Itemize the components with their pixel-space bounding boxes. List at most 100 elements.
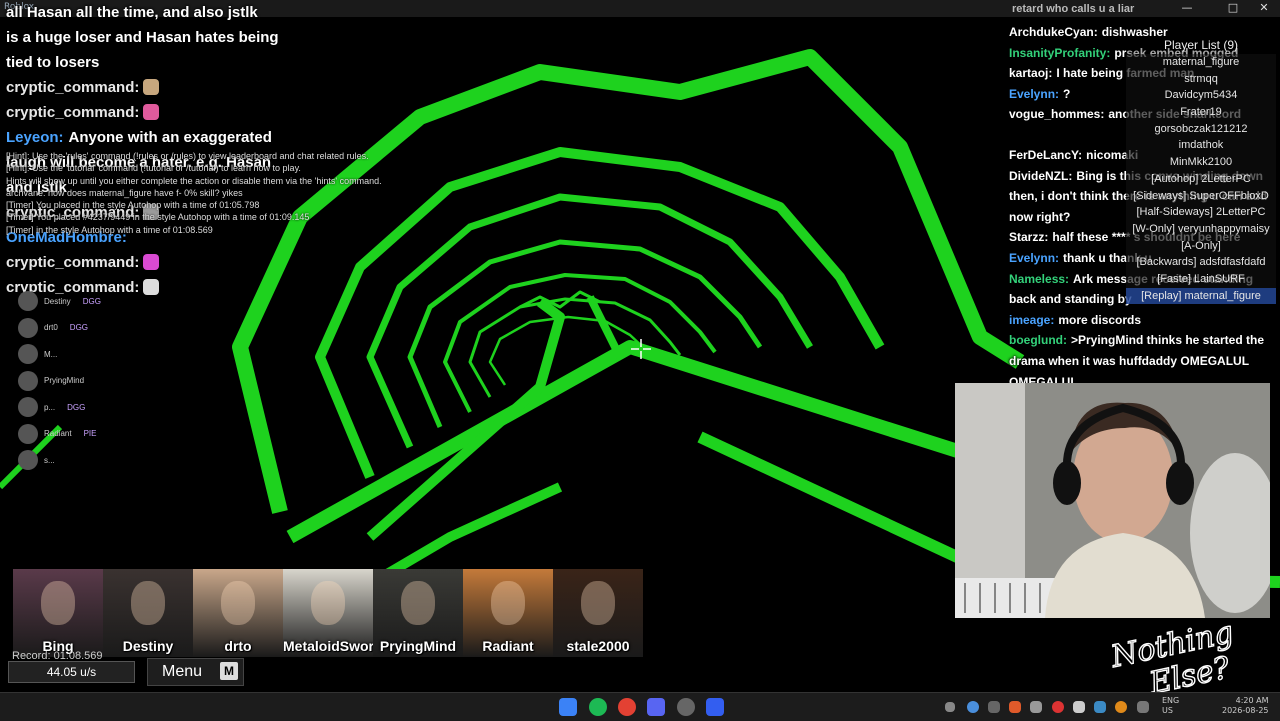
player-list-item[interactable]: MinMkk2100 [1126,154,1276,171]
participant-name: Destiny [122,638,174,654]
voice-participant[interactable]: PryingMind [18,368,101,395]
participant-card[interactable]: drto [193,569,283,657]
tray-mail-icon[interactable] [1073,701,1085,713]
player-list-item[interactable]: [A-Only] [1126,237,1276,255]
player-list-item[interactable]: [Replay] maternal_figure [1126,287,1276,305]
voice-participant-name: Destiny [44,296,71,306]
player-list-item[interactable]: [Autohop] 2LetterPC [1126,170,1276,188]
game-log-line: [Timer] in the style Autohop with a time… [6,224,213,235]
emote-icon [143,254,160,270]
voice-participant-tag: PIE [83,429,97,439]
roblox-icon[interactable] [706,698,724,716]
player-list-panel[interactable]: Player List (9) maternal_figure strmqq Dav… [1126,38,1276,305]
avatar [18,291,38,312]
voice-participant-tag: DGG [69,323,89,333]
voice-participant-name: M... [44,349,58,359]
avatar [491,581,525,625]
chrome-icon[interactable] [618,698,636,716]
avatar [18,397,38,418]
chat-username: ArchdukeCyan: [1009,25,1098,39]
player-list-item[interactable]: strmqq [1126,70,1276,88]
voice-participant[interactable]: M... [18,341,101,368]
chat-username: InsanityProfanity: [1009,45,1111,60]
tray-chevron-icon[interactable] [945,702,955,712]
webcam-feed [955,383,1270,618]
player-list-item[interactable]: Davidcym5434 [1126,87,1276,105]
left-chat-message: cryptic_command: [6,250,336,275]
player-list-item[interactable]: [Sideways] SuperOFFbloxD [1126,187,1276,205]
tray-steam-icon[interactable] [988,701,1000,713]
participant-card[interactable]: PryingMind [373,569,463,657]
chat-username: boeglund: [1009,333,1067,348]
voice-participant[interactable]: Destiny DGG [18,288,101,315]
chat-text: ? [1063,86,1071,101]
participant-cards: Bing Destiny drto MetaloidSword PryingMind Ra… [13,569,643,657]
tray-volume-icon[interactable] [1137,701,1149,713]
tray-chrome-icon[interactable] [967,701,979,713]
participant-card[interactable]: Destiny [103,569,193,657]
emote-icon [143,279,160,295]
chat-text: dishwasher [1101,25,1168,39]
chat-text: more discords [1058,312,1142,327]
game-log-line: [Hint]: Use the 'tutorial' command (!tut… [6,163,301,174]
voice-participant[interactable]: s... [18,447,101,474]
menu-button[interactable]: Menu M [147,658,244,686]
minimize-button[interactable]: — [1175,1,1199,14]
chat-username: cryptic_command: [6,79,140,96]
participant-card[interactable]: Bing [13,569,103,657]
tray-app-icon[interactable] [1030,701,1042,713]
start-icon[interactable] [559,698,577,716]
player-list-item[interactable]: maternal_figure [1126,54,1276,71]
player-list-item[interactable]: [Half-Sideways] 2LetterPC [1126,204,1276,221]
chat-username: Leyeon: [6,129,64,146]
chat-username: Evelynn: [1009,86,1060,101]
close-button[interactable]: ✕ [1252,1,1276,14]
participant-name: stale2000 [566,638,630,654]
participant-name: MetaloidSword [283,638,373,654]
tray-date-text: 2026-08-25 [1222,706,1269,715]
tray-network-icon[interactable] [1094,701,1106,713]
left-chat-message: cryptic_command: [6,100,336,125]
player-list-item[interactable]: gorsobczak121212 [1126,120,1276,138]
player-list-item[interactable]: [W-Only] veryunhappymaisy [1126,220,1276,238]
menu-hotkey: M [220,662,238,680]
voice-participant-name: Radiant [44,429,72,439]
emote-icon [143,79,160,95]
avatar [41,581,75,625]
game-log-line: Hints will show up until you either comp… [6,175,382,186]
tray-search-icon[interactable] [1115,701,1127,713]
left-chat-message: all Hasan all the time, and also jstlk [6,0,336,25]
chat-username: imeage: [1009,312,1055,327]
right-chat-message: imeage: more discords [1009,310,1271,331]
nothing-else-logo: Nothing Else? [1106,620,1237,692]
avatar [221,581,255,625]
player-list-item[interactable]: imdathok [1126,137,1276,155]
participant-card[interactable]: Radiant [463,569,553,657]
discord-icon[interactable] [647,698,665,716]
obs-icon[interactable] [677,698,695,716]
avatar [18,317,38,338]
voice-participant[interactable]: p... DGG [18,394,101,421]
voice-participant-name: s... [44,455,55,465]
chat-text: all Hasan all the time, and also jstlk [6,4,258,21]
game-log-line: [Hint]: Use the 'rules' command (!rules … [6,151,369,161]
emote-icon [143,104,160,120]
voice-participant[interactable]: Radiant PIE [18,421,101,448]
player-list-item[interactable]: [Backwards] adsfdfasfdafd [1126,254,1276,271]
player-list-item[interactable]: [Faste] LainSURF [1126,270,1276,288]
participant-card[interactable]: MetaloidSword [283,569,373,657]
voice-participant[interactable]: drt0 DGG [18,315,101,342]
player-list-title: Player List (9) [1163,38,1239,52]
maximize-button[interactable]: □ [1221,1,1245,14]
menu-label: Menu [162,663,203,680]
tray-brave-icon[interactable] [1009,701,1021,713]
chat-text: Anyone with an exaggerated [68,129,272,146]
participant-card[interactable]: stale2000 [553,569,643,657]
player-list-item[interactable]: Frater19 [1126,104,1276,121]
avatar [401,581,435,625]
tray-language[interactable]: ENG US [1162,696,1179,716]
spotify-icon[interactable] [589,698,607,716]
voice-participant-name: p... [44,402,56,412]
tray-clock[interactable]: 4:20 AM 2026-08-25 [1222,696,1269,716]
tray-record-icon[interactable] [1052,701,1064,713]
